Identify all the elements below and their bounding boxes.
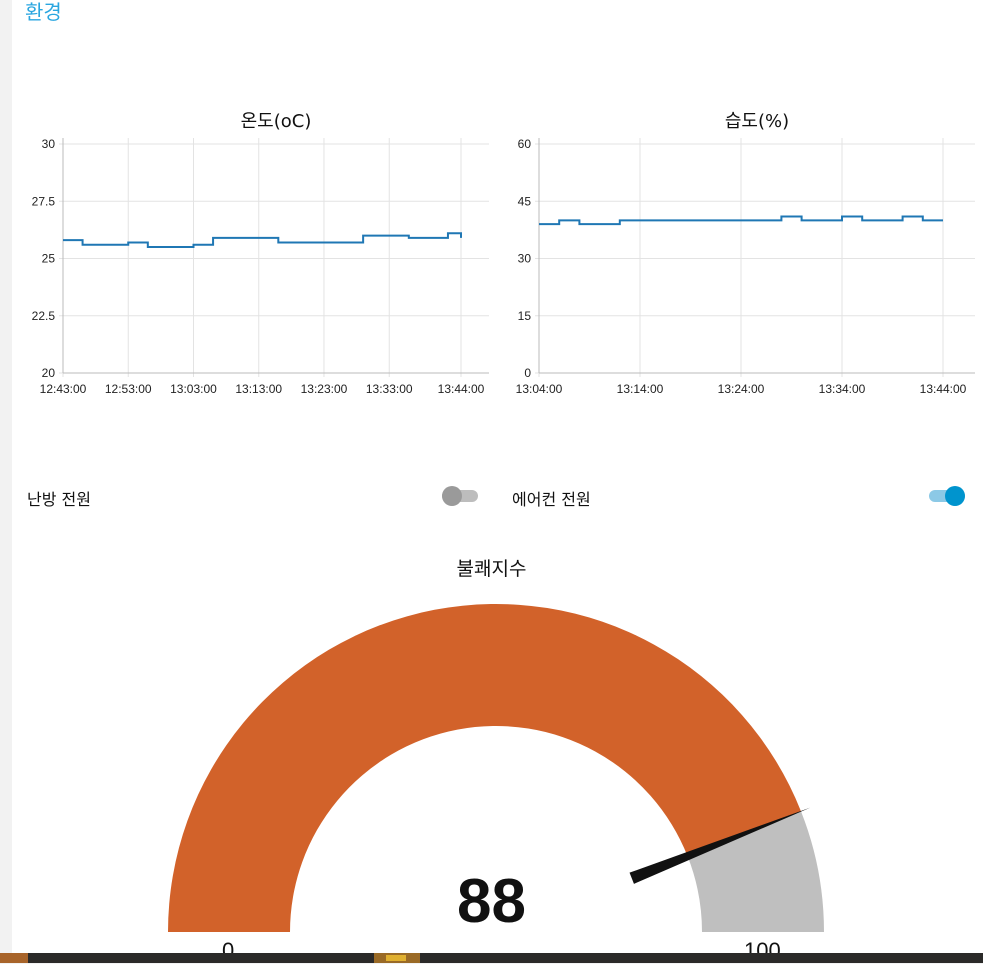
- x-tick-label: 13:04:00: [516, 382, 563, 396]
- taskbar: [0, 953, 983, 963]
- x-tick-label: 13:24:00: [718, 382, 765, 396]
- y-tick-label: 45: [518, 194, 532, 208]
- heater-power-label: 난방 전원: [27, 490, 91, 509]
- x-tick-label: 12:43:00: [40, 382, 87, 396]
- aircon-toggle-thumb: [945, 486, 965, 506]
- y-tick-label: 0: [524, 366, 531, 380]
- gauge-value: 88: [457, 867, 526, 936]
- x-tick-label: 13:34:00: [819, 382, 866, 396]
- taskbar-app-icon[interactable]: [0, 953, 28, 963]
- x-tick-label: 13:13:00: [235, 382, 282, 396]
- group-title: 환경: [25, 0, 62, 24]
- temperature-chart: 20 22.5 25 27.5 30 12:43:00 12:53:00 13:03:00 13…: [32, 137, 489, 396]
- x-tick-label: 13:14:00: [617, 382, 664, 396]
- y-tick-label: 60: [518, 137, 532, 151]
- x-tick-label: 13:44:00: [438, 382, 485, 396]
- aircon-power-label: 에어컨 전원: [512, 490, 591, 509]
- y-tick-label: 25: [42, 252, 56, 266]
- x-tick-label: 13:23:00: [301, 382, 348, 396]
- y-tick-label: 30: [518, 252, 532, 266]
- x-tick-label: 13:44:00: [920, 382, 967, 396]
- humidity-chart: 0 15 30 45 60 13:04:00 13:14:00 13:24:00 13:34:0…: [516, 137, 975, 396]
- x-tick-label: 13:33:00: [366, 382, 413, 396]
- aircon-power-toggle[interactable]: [929, 486, 965, 506]
- y-tick-label: 20: [42, 366, 56, 380]
- y-tick-label: 22.5: [32, 309, 56, 323]
- y-tick-label: 27.5: [32, 194, 56, 208]
- x-tick-label: 13:03:00: [170, 382, 217, 396]
- y-tick-label: 30: [42, 137, 56, 151]
- series-line: [63, 232, 462, 249]
- heater-power-toggle[interactable]: [442, 486, 478, 506]
- y-tick-label: 15: [518, 309, 532, 323]
- x-tick-label: 12:53:00: [105, 382, 152, 396]
- taskbar-folder-icon[interactable]: [374, 953, 420, 963]
- gauge-title: 불쾌지수: [456, 558, 527, 580]
- heater-toggle-thumb: [442, 486, 462, 506]
